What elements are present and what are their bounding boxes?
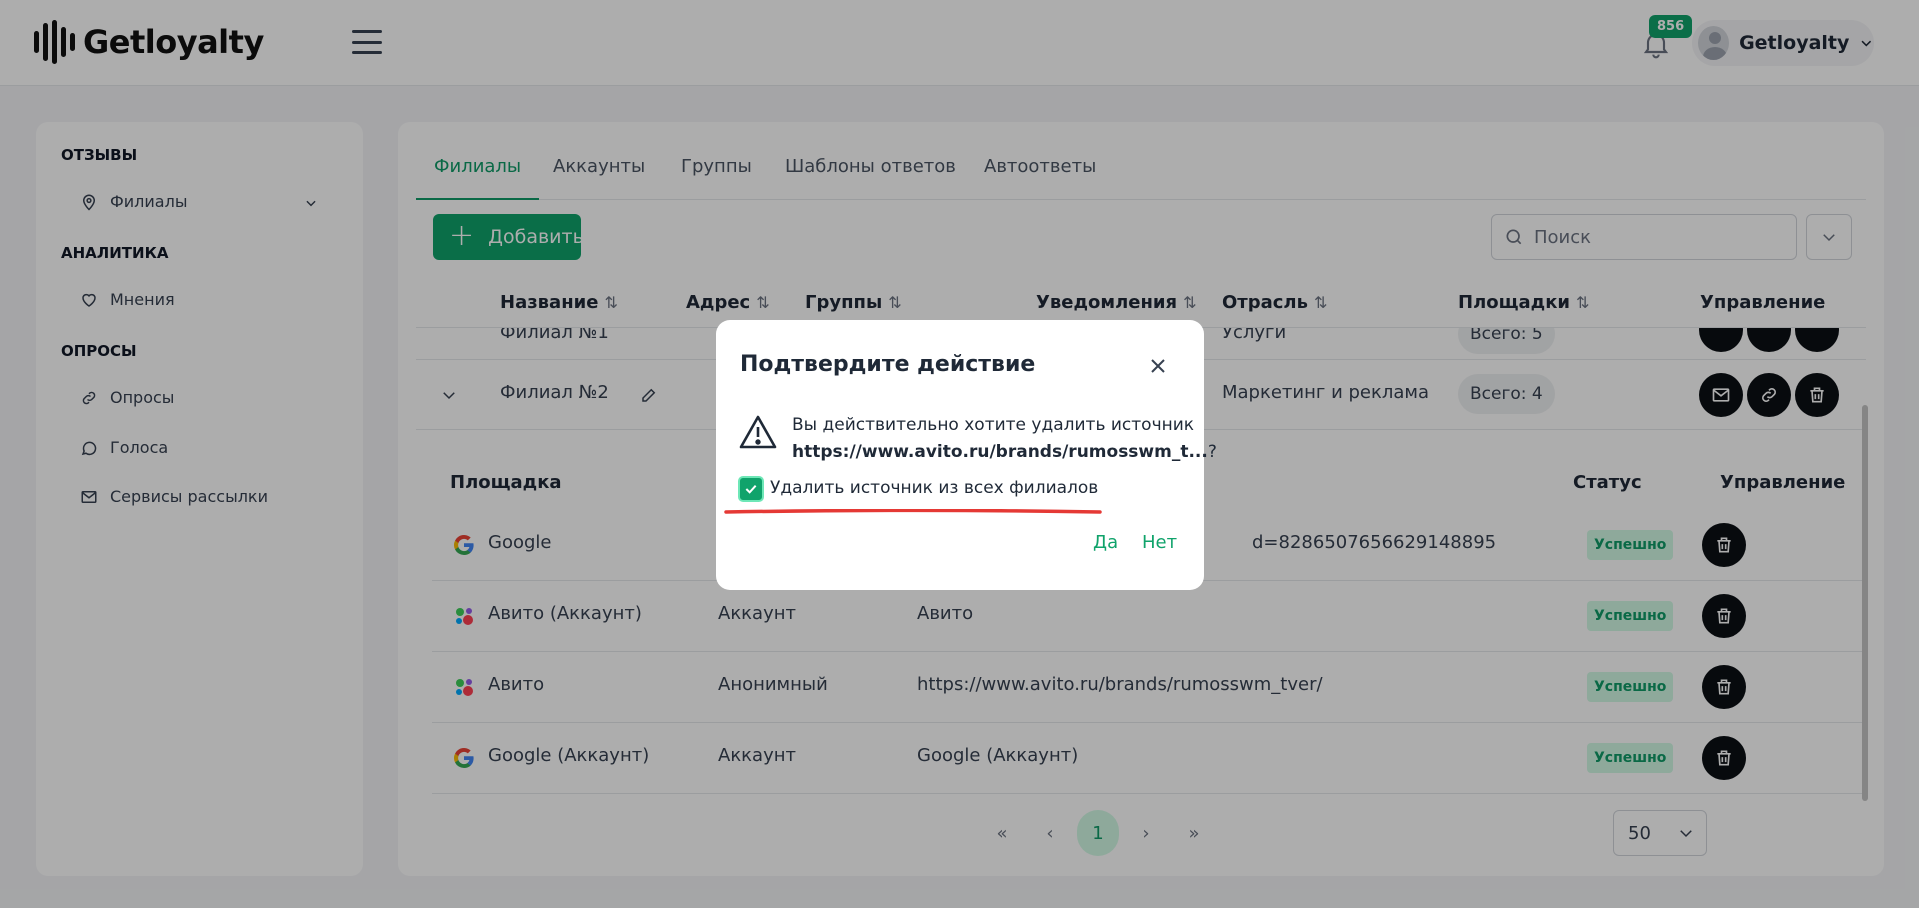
dialog-message-text: Вы действительно хотите удалить источник [792, 415, 1195, 435]
dialog-title: Подтвердите действие [740, 352, 1036, 377]
checkbox-label[interactable]: Удалить источник из всех филиалов [770, 478, 1098, 498]
annotation-underline [724, 509, 1102, 514]
confirm-no-button[interactable]: Нет [1142, 532, 1177, 553]
close-icon[interactable] [1146, 354, 1170, 378]
dialog-url-suffix: ? [1207, 442, 1217, 462]
dialog-message: Вы действительно хотите удалить источник… [792, 412, 1217, 466]
confirm-dialog: Подтвердите действие Вы действительно хо… [716, 320, 1217, 590]
confirm-yes-button[interactable]: Да [1093, 532, 1118, 553]
delete-from-all-checkbox[interactable] [738, 476, 764, 502]
dialog-url: https://www.avito.ru/brands/rumosswm_t..… [792, 442, 1208, 462]
warning-icon [739, 415, 777, 449]
check-icon [745, 484, 757, 494]
